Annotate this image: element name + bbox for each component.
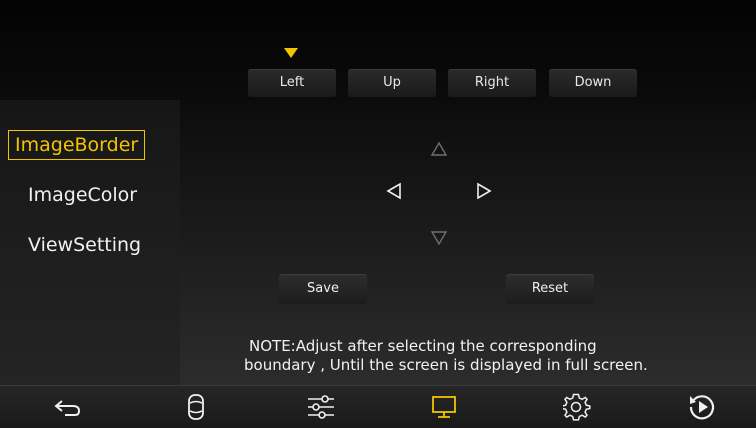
screen: Left Up Right Down ImageBorder ImageColo… xyxy=(0,0,756,428)
car-icon[interactable] xyxy=(180,392,212,422)
menu-item-imageborder[interactable]: ImageBorder xyxy=(8,130,146,160)
back-icon[interactable] xyxy=(52,392,84,422)
direction-tab-bar: Left Up Right Down xyxy=(0,0,756,100)
left-arrow-icon[interactable] xyxy=(385,181,405,201)
save-button[interactable]: Save xyxy=(279,274,367,304)
selected-tab-marker-icon xyxy=(284,48,298,58)
up-arrow-icon[interactable] xyxy=(429,140,449,160)
tab-left[interactable]: Left xyxy=(248,69,336,97)
note-line-2: boundary , Until the screen is displayed… xyxy=(244,356,648,374)
replay-icon[interactable] xyxy=(686,392,718,422)
tab-down[interactable]: Down xyxy=(549,69,637,97)
bottom-nav-bar xyxy=(0,385,756,428)
note-text: NOTE:Adjust after selecting the correspo… xyxy=(244,337,714,375)
side-menu: ImageBorder ImageColor ViewSetting xyxy=(0,100,180,385)
menu-item-viewsetting[interactable]: ViewSetting xyxy=(22,230,147,260)
right-arrow-icon[interactable] xyxy=(473,181,493,201)
down-arrow-icon[interactable] xyxy=(429,227,449,247)
tab-up[interactable]: Up xyxy=(348,69,436,97)
sliders-icon[interactable] xyxy=(305,392,337,422)
menu-item-imagecolor[interactable]: ImageColor xyxy=(22,180,143,210)
reset-button[interactable]: Reset xyxy=(506,274,594,304)
note-line-1: NOTE:Adjust after selecting the correspo… xyxy=(249,337,597,355)
display-icon[interactable] xyxy=(428,392,460,422)
gear-icon[interactable] xyxy=(561,392,593,422)
tab-right[interactable]: Right xyxy=(448,69,536,97)
